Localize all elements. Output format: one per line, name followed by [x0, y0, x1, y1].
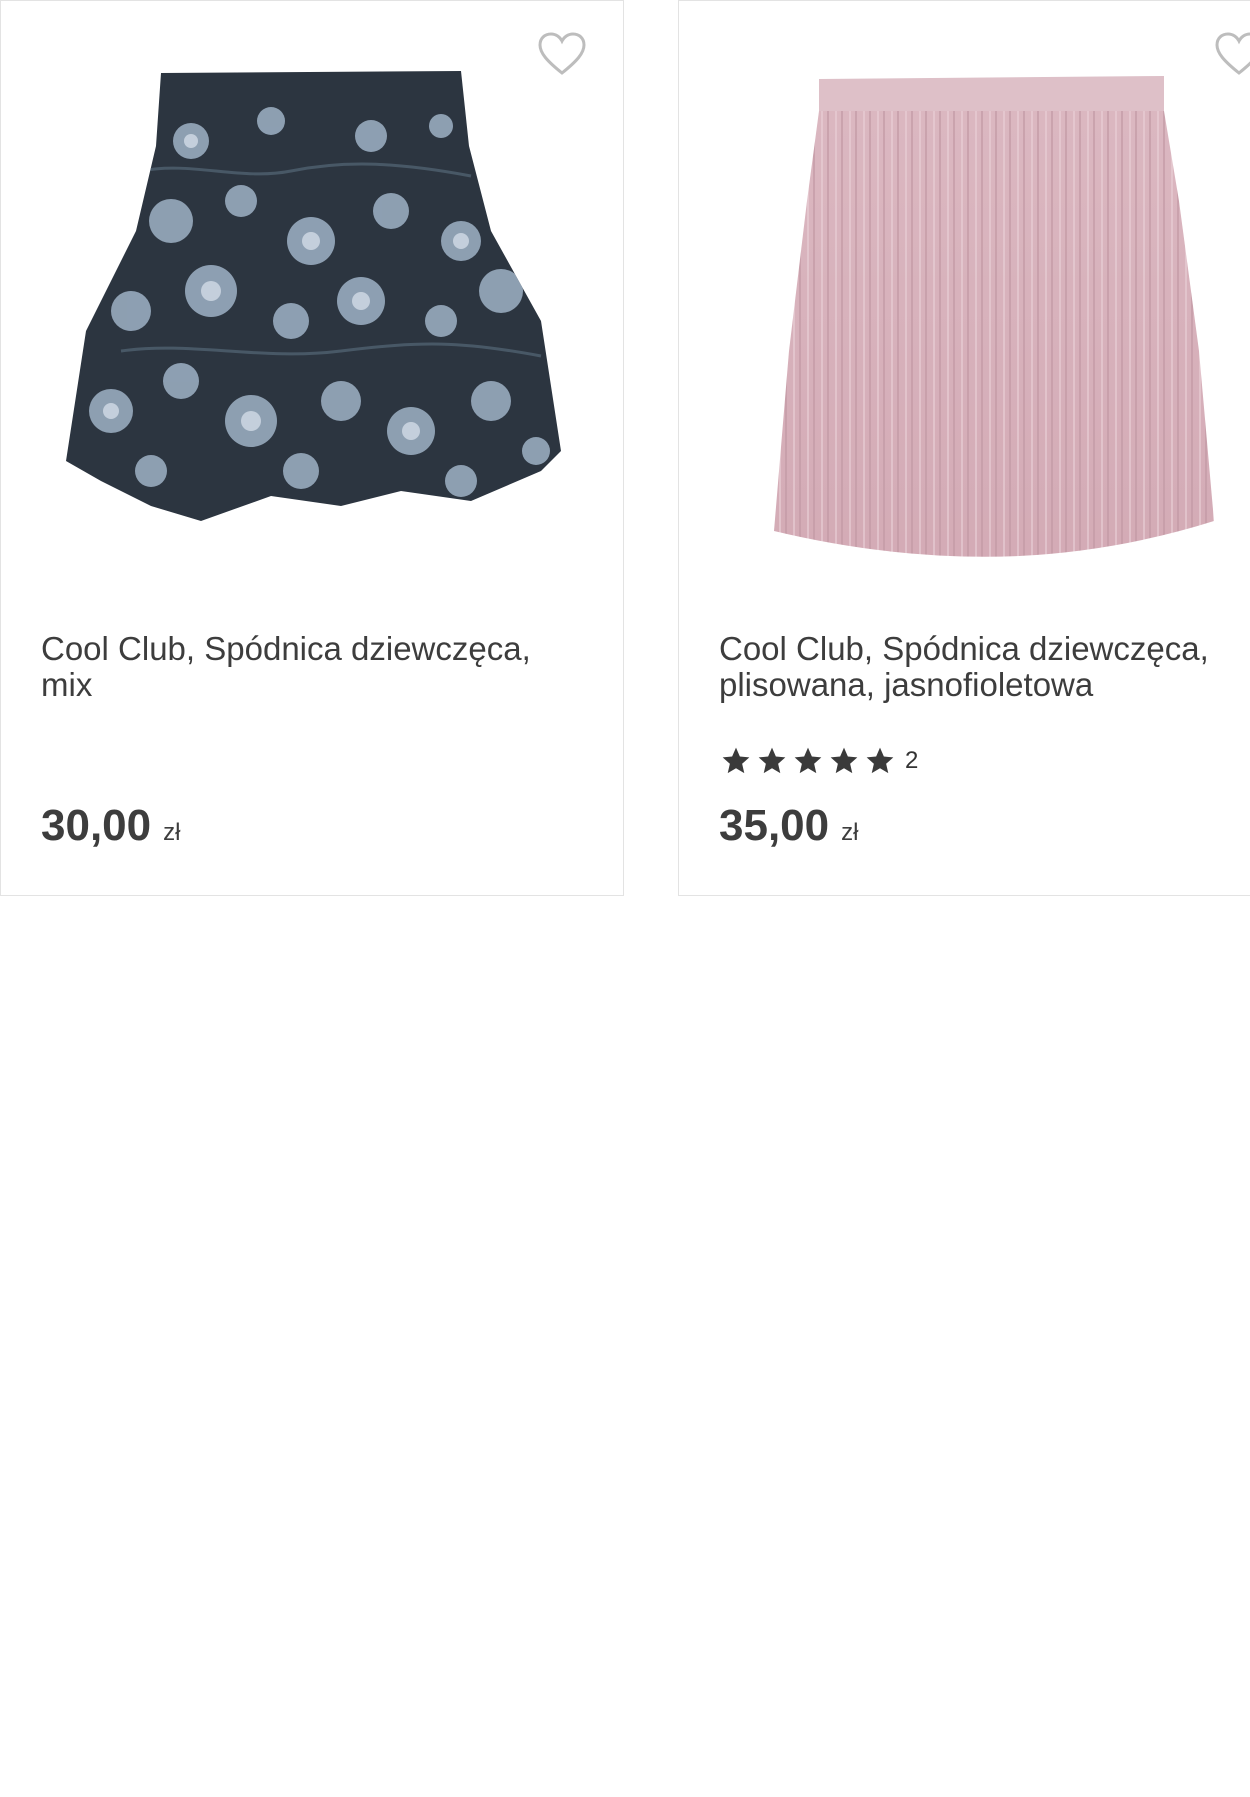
product-image-pleated-pink-skirt[interactable]: [719, 51, 1250, 581]
product-title[interactable]: Cool Club, Spódnica dziewczęca, mix: [41, 631, 581, 703]
star-icon: [722, 747, 750, 774]
product-rating[interactable]: 2: [719, 745, 918, 777]
product-card[interactable]: Cool Club, Spódnica dziewczęca, mix 30,0…: [0, 0, 624, 896]
product-price: 30,00 zł: [41, 801, 180, 851]
product-title[interactable]: Cool Club, Spódnica dziewczęca, plisowan…: [719, 631, 1250, 703]
rating-count: 2: [905, 747, 919, 774]
star-icon: [830, 747, 858, 774]
price-value: 35,00: [719, 801, 830, 850]
product-grid: Cool Club, Spódnica dziewczęca, mix 30,0…: [0, 0, 1250, 1797]
star-icon: [794, 747, 822, 774]
product-card[interactable]: Cool Club, Spódnica dziewczęca, plisowan…: [678, 0, 1250, 896]
star-icon: [758, 747, 786, 774]
product-image-floral-skirt[interactable]: [41, 51, 581, 581]
product-price: 35,00 zł: [719, 801, 858, 851]
star-icon: [866, 747, 894, 774]
price-value: 30,00: [41, 801, 152, 850]
price-currency: zł: [163, 819, 181, 846]
price-currency: zł: [841, 819, 859, 846]
